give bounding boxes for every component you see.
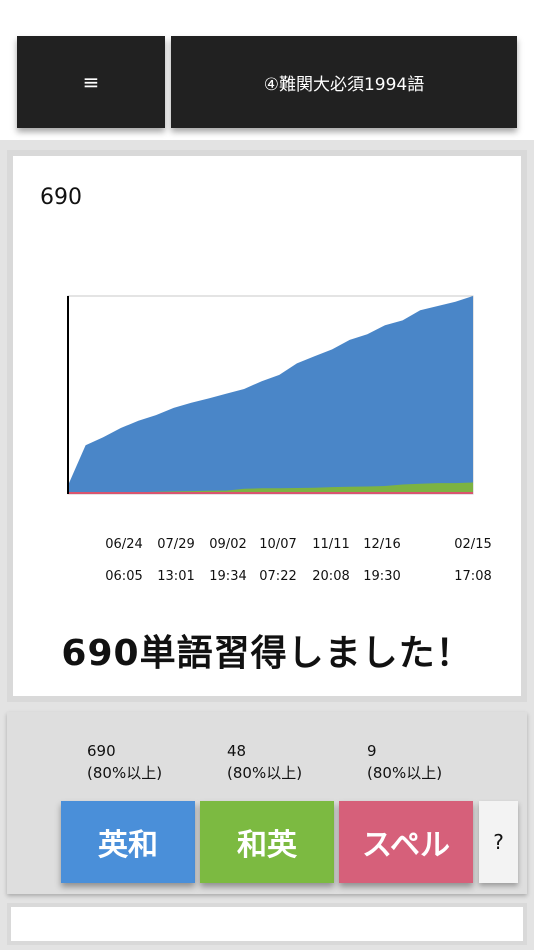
waei-note: (80%以上) [227,764,303,782]
spell-note: (80%以上) [367,764,443,782]
progress-chart: 06/24 07/29 09/02 10/07 11/11 12/16 02/15 06:05… [67,295,492,584]
waei-stat: 48 (80%以上) [227,740,302,784]
progress-card-inner: 690 06/24 07/29 09/02 10/07 11/11 12/16 02/15 0… [13,156,521,696]
x-tick-date: 07/29 [157,537,194,552]
x-tick-time: 19:34 [209,569,246,584]
mode-panel: 690 (80%以上) 48 (80%以上) 9 (80%以上) 英和 和英 ス… [7,712,527,894]
x-tick-time: 06:05 [105,569,142,584]
x-tick-date: 06/24 [105,537,142,552]
progress-card: 690 06/24 07/29 09/02 10/07 11/11 12/16 02/15 0… [7,150,527,702]
x-tick-time: 07:22 [259,569,296,584]
x-tick-time: 17:08 [454,569,491,584]
bottom-bar-inner [11,907,523,941]
eiwa-note: (80%以上) [87,764,163,782]
x-tick-date: 10/07 [259,537,296,552]
x-tick-time: 19:30 [363,569,400,584]
x-tick-date: 11/11 [312,537,349,552]
spell-stat: 9 (80%以上) [367,740,442,784]
eiwa-stat: 690 (80%以上) [87,740,162,784]
deck-title-button[interactable]: ④難関大必須1994語 [171,36,517,128]
x-tick-date: 12/16 [363,537,400,552]
waei-button[interactable]: 和英 [200,801,334,883]
eiwa-series-area [68,296,473,494]
learned-message: 690単語習得しました！ [61,633,473,674]
spell-button[interactable]: スペル [339,801,473,883]
eiwa-count: 690 [87,742,116,760]
spell-count: 9 [367,742,377,760]
x-tick-time: 13:01 [157,569,194,584]
bottom-bar [7,903,527,945]
menu-button[interactable]: ≡ [17,36,165,128]
deck-title: ④難関大必須1994語 [263,74,425,95]
menu-icon: ≡ [82,70,100,94]
x-tick-date: 02/15 [454,537,491,552]
x-tick-date: 09/02 [209,537,246,552]
eiwa-button[interactable]: 英和 [61,801,195,883]
waei-count: 48 [227,742,247,760]
x-tick-time: 20:08 [312,569,349,584]
help-button[interactable]: ? [479,801,518,883]
